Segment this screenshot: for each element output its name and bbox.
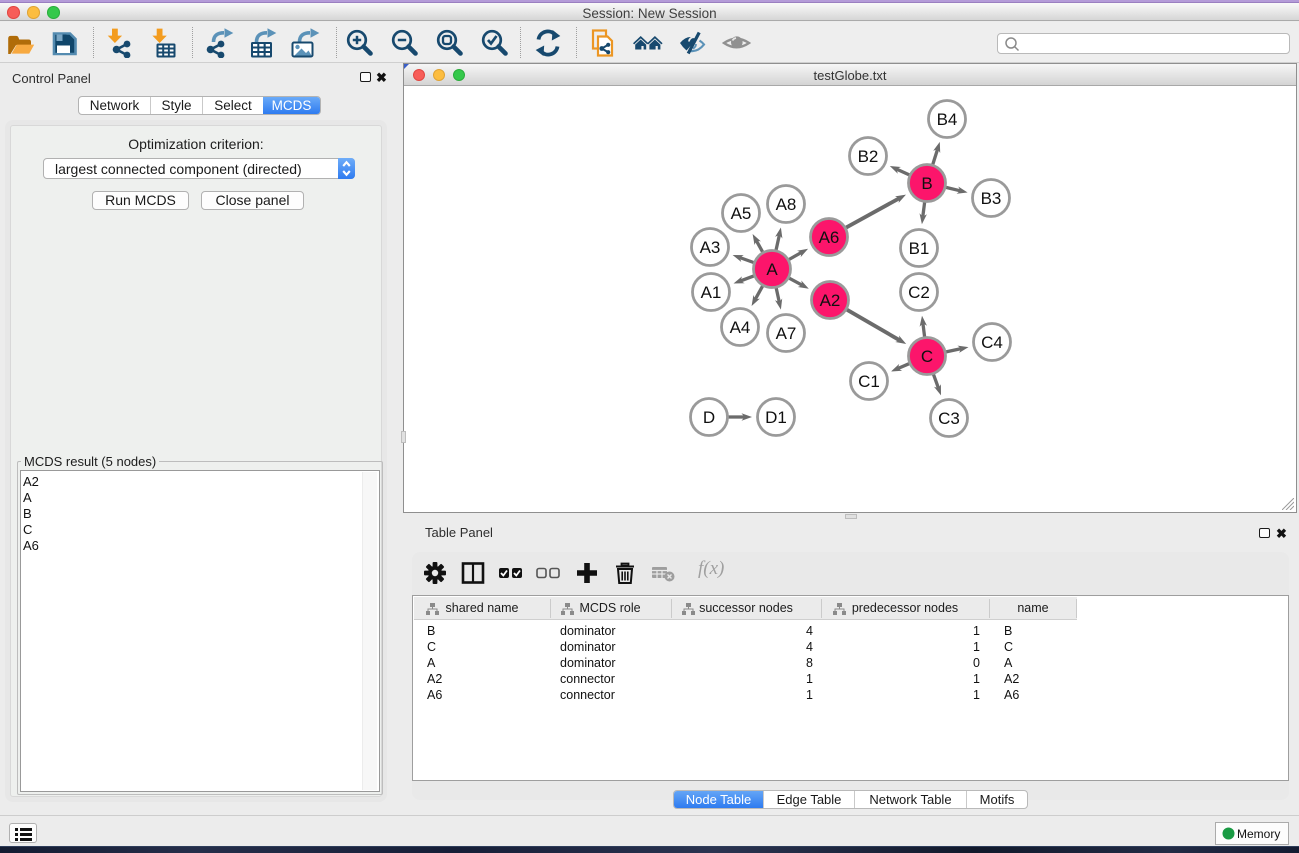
svg-text:B3: B3	[981, 189, 1002, 208]
svg-text:A: A	[766, 260, 778, 279]
svg-text:B4: B4	[937, 110, 958, 129]
svg-text:C2: C2	[908, 283, 930, 302]
svg-text:D1: D1	[765, 408, 787, 427]
svg-text:D: D	[703, 408, 715, 427]
svg-text:C4: C4	[981, 333, 1003, 352]
svg-text:C: C	[921, 347, 933, 366]
svg-text:A2: A2	[820, 291, 841, 310]
svg-text:A4: A4	[730, 318, 751, 337]
svg-text:A6: A6	[819, 228, 840, 247]
svg-text:C3: C3	[938, 409, 960, 428]
svg-text:A3: A3	[700, 238, 721, 257]
svg-text:B: B	[921, 174, 932, 193]
svg-text:A5: A5	[731, 204, 752, 223]
svg-text:A7: A7	[776, 324, 797, 343]
svg-text:B1: B1	[909, 239, 930, 258]
svg-text:B2: B2	[858, 147, 879, 166]
svg-text:C1: C1	[858, 372, 880, 391]
svg-text:A8: A8	[776, 195, 797, 214]
svg-text:A1: A1	[701, 283, 722, 302]
